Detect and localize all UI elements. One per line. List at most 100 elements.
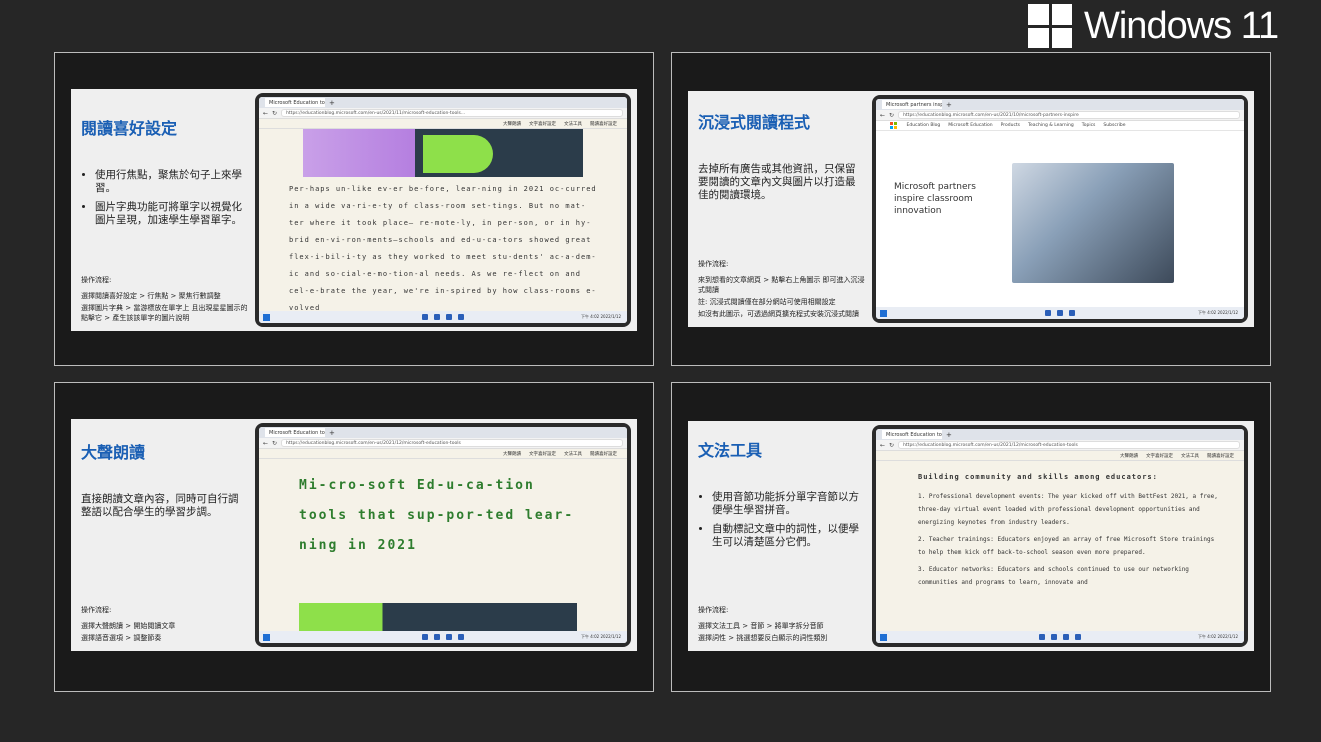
app-icon[interactable] — [446, 314, 452, 320]
read-aloud-button[interactable]: 大聲朗讀 — [1120, 453, 1138, 459]
nav-item[interactable]: Teaching & Learning — [1028, 123, 1074, 128]
new-tab-icon[interactable]: + — [329, 429, 335, 437]
start-icon[interactable] — [880, 633, 887, 641]
back-icon[interactable]: ← — [263, 110, 268, 117]
hero-image — [1012, 163, 1174, 283]
browser-tab[interactable]: Microsoft partners inspire... — [882, 100, 942, 109]
text-preferences-button[interactable]: 文字喜好設定 — [529, 121, 556, 127]
refresh-icon[interactable]: ↻ — [272, 110, 277, 117]
app-icon[interactable] — [1063, 634, 1069, 640]
slide-text-column: 文法工具 使用音節功能拆分單字音節以方便學生學習拼音。 自動標記文章中的詞性，以… — [688, 421, 872, 651]
back-icon[interactable]: ← — [880, 442, 885, 449]
steps-label: 操作流程: — [698, 260, 729, 268]
read-aloud-button[interactable]: 大聲朗讀 — [503, 121, 521, 127]
list-item: 2. Teacher trainings: Educators enjoyed … — [918, 536, 1215, 556]
start-icon[interactable] — [263, 313, 270, 321]
refresh-icon[interactable]: ↻ — [889, 112, 894, 119]
grammar-tools-button[interactable]: 文法工具 — [564, 451, 582, 457]
list-item: 3. Educator networks: Educators and scho… — [918, 566, 1189, 586]
grammar-tools-button[interactable]: 文法工具 — [1181, 453, 1199, 459]
app-icon[interactable] — [422, 634, 428, 640]
list-item: 1. Professional development events: The … — [918, 493, 1218, 526]
reader-toolbar: 大聲朗讀 文字喜好設定 文法工具 閱讀喜好設定 — [876, 451, 1244, 461]
tablet-screenshot: Microsoft Education tools that... + ← ↻ … — [255, 423, 631, 647]
reading-preferences-button[interactable]: 閱讀喜好設定 — [1207, 453, 1234, 459]
browser-tab[interactable]: Microsoft Education tools that... — [265, 98, 325, 107]
read-aloud-button[interactable]: 大聲朗讀 — [503, 451, 521, 457]
slide-text-column: 閱讀喜好設定 使用行焦點，聚焦於句子上來學習。 圖片字典功能可將單字以視覺化圖片… — [71, 89, 255, 331]
url-field[interactable]: https://educationblog.microsoft.com/en-u… — [898, 441, 1240, 449]
bullet-list: 使用音節功能拆分單字音節以方便學生學習拼音。 自動標記文章中的詞性，以便學生可以… — [698, 491, 862, 549]
step-item: 註: 沉浸式閱讀僅在部分網站可使用相關設定 — [698, 298, 836, 306]
app-icon[interactable] — [1057, 310, 1063, 316]
back-icon[interactable]: ← — [880, 112, 885, 119]
app-icon[interactable] — [458, 314, 464, 320]
tab-bar: Microsoft Education tools that... + — [259, 427, 627, 438]
steps-block: 操作流程: 來到想看的文章網頁 > 點擊右上角圖示 即可進入沉浸式閱讀 註: 沉… — [698, 259, 866, 321]
steps-label: 操作流程: — [698, 606, 729, 614]
nav-item[interactable]: Topics — [1082, 123, 1096, 128]
app-icon[interactable] — [446, 634, 452, 640]
new-tab-icon[interactable]: + — [329, 99, 335, 107]
reader-content: Mi-cro-soft Ed-u-ca-tion tools that sup-… — [259, 459, 627, 631]
nav-item[interactable]: Products — [1001, 123, 1020, 128]
reading-preferences-button[interactable]: 閱讀喜好設定 — [590, 451, 617, 457]
clock: 下午 4:02 2022/1/12 — [1197, 634, 1238, 639]
bullet-item: 使用行焦點，聚焦於句子上來學習。 — [95, 169, 245, 195]
browser-window: Microsoft Education tools that... + ← ↻ … — [259, 97, 627, 323]
slide-paragraph: 直接朗讀文章內容，同時可自行調整語以配合學生的學習步調。 — [81, 493, 239, 518]
browser-window: Microsoft partners inspire... + ← ↻ http… — [876, 99, 1244, 319]
text-preferences-button[interactable]: 文字喜好設定 — [1146, 453, 1173, 459]
new-tab-icon[interactable]: + — [946, 431, 952, 439]
slide-title: 沉浸式閱讀程式 — [698, 113, 811, 132]
taskbar: 下午 4:02 2022/1/12 — [876, 631, 1244, 643]
refresh-icon[interactable]: ↻ — [272, 440, 277, 447]
list-heading: Building community and skills among educ… — [918, 473, 1158, 481]
slide-paragraph: 去掉所有廣告或其他資訊，只保留要閱讀的文章內文與圖片以打造最佳的閱讀環境。 — [698, 163, 856, 201]
browser-window: Microsoft Education tools that... + ← ↻ … — [876, 429, 1244, 643]
windows-logo-icon — [1028, 4, 1072, 48]
panel-immersive-reader: 沉浸式閱讀程式 去掉所有廣告或其他資訊，只保留要閱讀的文章內文與圖片以打造最佳的… — [671, 52, 1271, 366]
grammar-tools-button[interactable]: 文法工具 — [564, 121, 582, 127]
start-icon[interactable] — [880, 309, 887, 317]
nav-item[interactable]: Subscribe — [1103, 123, 1125, 128]
nav-item[interactable]: Microsoft Education — [948, 123, 992, 128]
app-icon[interactable] — [458, 634, 464, 640]
step-item: 選擇大聲朗讀 > 開始閱讀文章 — [81, 622, 176, 630]
app-icon[interactable] — [1069, 310, 1075, 316]
nav-item[interactable]: Education Blog — [907, 123, 941, 128]
steps-label: 操作流程: — [81, 276, 112, 284]
new-tab-icon[interactable]: + — [946, 101, 952, 109]
url-field[interactable]: https://educationblog.microsoft.com/en-u… — [281, 109, 623, 117]
reading-preferences-button[interactable]: 閱讀喜好設定 — [590, 121, 617, 127]
step-item: 選擇閱讀喜好設定 > 行焦點 > 聚焦行數調整 — [81, 292, 221, 300]
address-bar: ← ↻ https://educationblog.microsoft.com/… — [876, 110, 1244, 121]
blog-content: Microsoft partners inspire classroom inn… — [876, 131, 1244, 307]
step-item: 選擇詞性 > 挑選想要反白顯示的詞性類別 — [698, 634, 828, 642]
step-item: 如沒有此圖示，可透過網頁擴充程式安裝沉浸式閱讀 — [698, 310, 859, 318]
back-icon[interactable]: ← — [263, 440, 268, 447]
clock: 下午 4:02 2022/1/12 — [1197, 310, 1238, 315]
app-icon[interactable] — [1045, 310, 1051, 316]
tab-bar: Microsoft partners inspire... + — [876, 99, 1244, 110]
app-icon[interactable] — [1075, 634, 1081, 640]
url-field[interactable]: https://educationblog.microsoft.com/en-u… — [898, 111, 1240, 119]
step-item: 選擇語音選項 > 調整節奏 — [81, 634, 162, 642]
browser-tab[interactable]: Microsoft Education tools that... — [265, 428, 325, 437]
tab-bar: Microsoft Education tools that... + — [259, 97, 627, 108]
refresh-icon[interactable]: ↻ — [889, 442, 894, 449]
article-text: Per-haps un-like ev-er be-fore, lear-nin… — [289, 185, 597, 311]
app-icon[interactable] — [434, 314, 440, 320]
image-accent — [423, 135, 493, 173]
clock: 下午 4:02 2022/1/12 — [580, 314, 621, 319]
url-field[interactable]: https://educationblog.microsoft.com/en-u… — [281, 439, 623, 447]
start-icon[interactable] — [263, 633, 270, 641]
taskbar: 下午 4:02 2022/1/12 — [259, 631, 627, 643]
app-icon[interactable] — [1051, 634, 1057, 640]
text-preferences-button[interactable]: 文字喜好設定 — [529, 451, 556, 457]
app-icon[interactable] — [1039, 634, 1045, 640]
app-icon[interactable] — [422, 314, 428, 320]
bullet-item: 自動標記文章中的詞性，以便學生可以清楚區分它們。 — [712, 523, 862, 549]
browser-tab[interactable]: Microsoft Education tools that... — [882, 430, 942, 439]
app-icon[interactable] — [434, 634, 440, 640]
